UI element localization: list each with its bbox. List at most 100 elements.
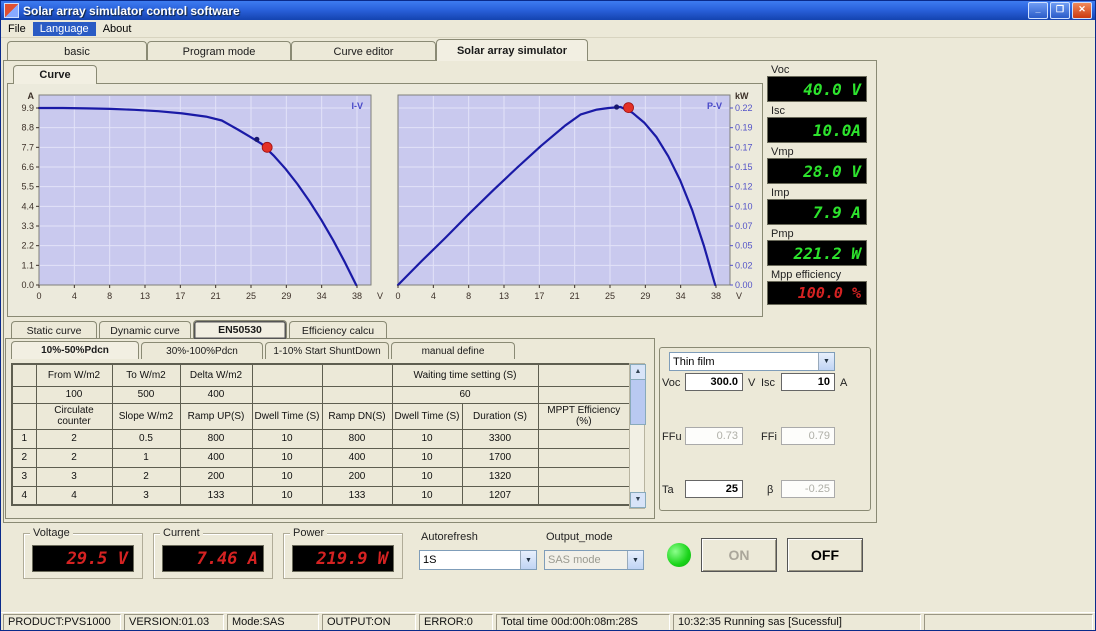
table-scrollbar[interactable]: ▲ ▼ — [629, 363, 645, 509]
col-circulate-counter: Circulate counter — [36, 403, 112, 429]
svg-text:0: 0 — [36, 291, 41, 301]
status-output: OUTPUT:ON — [322, 614, 416, 631]
table-cell[interactable]: 10 — [392, 467, 462, 486]
svg-text:4.4: 4.4 — [21, 201, 34, 211]
table-cell[interactable]: 1 — [112, 448, 180, 467]
table-cell[interactable]: 10 — [252, 429, 322, 448]
tab-efficiency-calcu[interactable]: Efficiency calcu — [289, 321, 387, 339]
table-cell[interactable]: 3300 — [462, 429, 538, 448]
table-cell[interactable]: 800 — [322, 429, 392, 448]
subtab-1-10-start-shuntdown[interactable]: 1-10% Start ShuntDown — [265, 342, 389, 359]
table-cell[interactable]: 2 — [36, 448, 112, 467]
col-mppt-efficiency: MPPT Efficiency (%) — [538, 403, 630, 429]
svg-text:0: 0 — [395, 291, 400, 301]
off-button[interactable]: OFF — [787, 538, 863, 572]
tab-solar-array-simulator[interactable]: Solar array simulator — [436, 39, 588, 61]
subtab-manual-define[interactable]: manual define — [391, 342, 515, 359]
table-cell[interactable]: 800 — [180, 429, 252, 448]
table-cell[interactable] — [538, 467, 630, 486]
status-filler — [924, 614, 1093, 631]
scrollbar-up-button[interactable]: ▲ — [630, 364, 646, 380]
table-cell[interactable]: 1700 — [462, 448, 538, 467]
voc-label: Voc — [767, 64, 869, 76]
table-cell[interactable]: 10 — [392, 429, 462, 448]
svg-text:0.19: 0.19 — [735, 123, 753, 133]
table-cell[interactable]: 400 — [180, 448, 252, 467]
app-window: Solar array simulator control software _… — [0, 0, 1096, 631]
readout-panel: Voc 40.0 V Isc 10.0A Vmp 28.0 V Imp 7.9 … — [767, 64, 869, 308]
tab-program-mode[interactable]: Program mode — [147, 41, 291, 61]
tab-curve[interactable]: Curve — [13, 65, 97, 84]
table-cell[interactable] — [538, 486, 630, 505]
menu-item-about[interactable]: About — [96, 22, 139, 36]
subtab-30-100-pdcn[interactable]: 30%-100%Pdcn — [141, 342, 263, 359]
table-value-waiting-time[interactable]: 60 — [392, 386, 538, 403]
table-cell[interactable]: 133 — [180, 486, 252, 505]
status-product: PRODUCT:PVS1000 — [3, 614, 121, 631]
table-value-delta[interactable]: 400 — [180, 386, 252, 403]
tab-en50530[interactable]: EN50530 — [193, 320, 287, 339]
model-select-value: Thin film — [670, 356, 818, 368]
svg-text:7.7: 7.7 — [21, 142, 34, 152]
table-cell[interactable]: 10 — [252, 448, 322, 467]
table-cell[interactable]: 133 — [322, 486, 392, 505]
window-title: Solar array simulator control software — [23, 4, 1028, 18]
on-button[interactable]: ON — [701, 538, 777, 572]
voc-readout: Voc 40.0 V — [767, 64, 869, 102]
minimize-button[interactable]: _ — [1028, 2, 1048, 19]
autorefresh-select[interactable]: 1S ▼ — [419, 550, 537, 570]
svg-text:21: 21 — [211, 291, 221, 301]
isc-field-label: Isc — [761, 377, 775, 389]
tab-basic[interactable]: basic — [7, 41, 147, 61]
table-header-blank — [252, 364, 322, 386]
ffi-field — [781, 427, 835, 445]
subtab-10-50-pdcn[interactable]: 10%-50%Pdcn — [11, 341, 139, 359]
table-value-from[interactable]: 100 — [36, 386, 112, 403]
table-cell[interactable] — [538, 429, 630, 448]
table-value-to[interactable]: 500 — [112, 386, 180, 403]
table-cell[interactable]: 10 — [252, 486, 322, 505]
maximize-button[interactable]: ❐ — [1050, 2, 1070, 19]
table-cell[interactable]: 10 — [392, 448, 462, 467]
table-cell[interactable]: 3 — [112, 486, 180, 505]
ta-field[interactable] — [685, 480, 743, 498]
ffu-field-label: FFu — [662, 431, 682, 443]
table-cell[interactable] — [538, 448, 630, 467]
table-cell[interactable]: 0.5 — [112, 429, 180, 448]
tab-static-curve[interactable]: Static curve — [11, 321, 97, 339]
autorefresh-value: 1S — [420, 554, 520, 566]
close-button[interactable]: ✕ — [1072, 2, 1092, 19]
table-cell[interactable]: 2 — [36, 429, 112, 448]
svg-text:17: 17 — [175, 291, 185, 301]
tab-dynamic-curve[interactable]: Dynamic curve — [99, 321, 191, 339]
table-cell[interactable]: 200 — [322, 467, 392, 486]
svg-text:29: 29 — [281, 291, 291, 301]
tab-curve-editor[interactable]: Curve editor — [291, 41, 436, 61]
svg-text:25: 25 — [246, 291, 256, 301]
power-meter-group: Power 219.9 W — [283, 533, 403, 579]
en50530-sequence-table: From W/m2 To W/m2 Delta W/m2 Waiting tim… — [11, 363, 631, 506]
table-cell[interactable]: 10 — [392, 486, 462, 505]
scrollbar-down-button[interactable]: ▼ — [630, 492, 646, 508]
table-cell[interactable]: 3 — [36, 467, 112, 486]
voc-field[interactable] — [685, 373, 743, 391]
table-cell[interactable]: 400 — [322, 448, 392, 467]
menu-item-file[interactable]: File — [1, 22, 33, 36]
menu-item-language[interactable]: Language — [33, 22, 96, 36]
scrollbar-thumb[interactable] — [630, 379, 646, 425]
row-number-cell: 3 — [12, 467, 36, 486]
table-cell[interactable]: 2 — [112, 467, 180, 486]
beta-field — [781, 480, 835, 498]
model-select[interactable]: Thin film ▼ — [669, 352, 835, 371]
table-cell[interactable]: 1207 — [462, 486, 538, 505]
svg-text:6.6: 6.6 — [21, 162, 34, 172]
table-cell[interactable]: 1320 — [462, 467, 538, 486]
isc-value: 10.0A — [767, 117, 867, 143]
voltage-meter-label: Voltage — [30, 527, 73, 539]
table-cell[interactable]: 4 — [36, 486, 112, 505]
isc-field[interactable] — [781, 373, 835, 391]
svg-text:17: 17 — [534, 291, 544, 301]
table-cell[interactable]: 10 — [252, 467, 322, 486]
table-cell[interactable]: 200 — [180, 467, 252, 486]
current-meter-group: Current 7.46 A — [153, 533, 273, 579]
